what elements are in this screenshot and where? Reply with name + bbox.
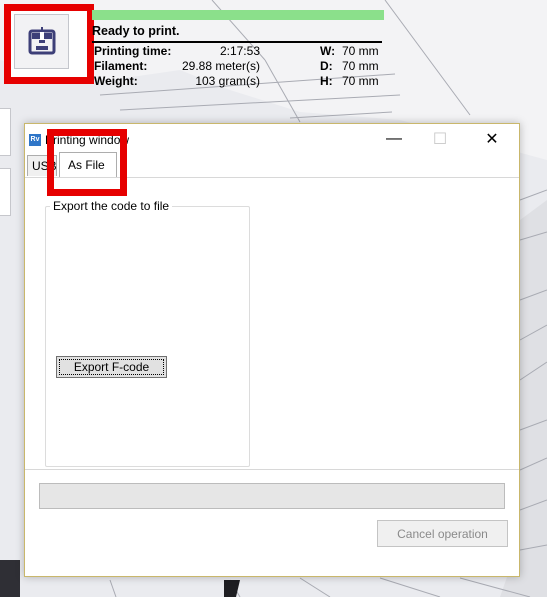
stat-label: Filament: (94, 59, 148, 73)
stat-label: Weight: (94, 74, 138, 88)
status-title: Ready to print. (92, 24, 382, 43)
side-panel-fragment (0, 108, 11, 156)
close-button[interactable]: ✕ (469, 124, 515, 154)
print-status-panel: Ready to print. Printing time: 2:17:53 W… (92, 10, 384, 88)
dimension-label: H: (320, 74, 333, 88)
stat-value: 29.88 meter(s) (181, 59, 260, 73)
status-progress-fill (92, 10, 384, 20)
dimension-value: 70 mm (342, 44, 379, 58)
stat-value: 2:17:53 (219, 44, 260, 58)
cancel-operation-button[interactable]: Cancel operation (377, 520, 508, 547)
export-group-title: Export the code to file (50, 199, 173, 213)
stat-row-weight: Weight: 103 gram(s) H: 70 mm (92, 73, 384, 88)
tab-panel-as-file: Export the code to file Export F-code (25, 177, 519, 470)
status-progress-bar (92, 10, 384, 20)
operation-progress-bar (39, 483, 505, 509)
export-fcode-button[interactable]: Export F-code (56, 356, 167, 378)
stat-row-filament: Filament: 29.88 meter(s) D: 70 mm (92, 58, 384, 73)
minimize-button[interactable]: — (371, 124, 417, 154)
maximize-button[interactable]: ☐ (417, 124, 463, 154)
stat-row-time: Printing time: 2:17:53 W: 70 mm (92, 43, 384, 58)
print-button[interactable] (14, 14, 69, 69)
stat-label: Printing time: (94, 44, 172, 58)
tab-strip: USB As File (27, 152, 517, 178)
export-group: Export the code to file Export F-code (45, 199, 250, 467)
window-titlebar[interactable]: Rv Printing window — ☐ ✕ (25, 124, 519, 154)
printing-window: Rv Printing window — ☐ ✕ USB As File Exp… (24, 123, 520, 577)
stat-value: 103 gram(s) (195, 74, 260, 88)
dimension-value: 70 mm (342, 59, 379, 73)
printer-icon (28, 26, 55, 54)
tab-as-file[interactable]: As File (59, 152, 117, 177)
tab-usb[interactable]: USB (27, 155, 57, 176)
dimension-value: 70 mm (342, 74, 379, 88)
app-icon: Rv (29, 134, 41, 146)
side-panel-fragment (0, 168, 11, 216)
dimension-label: W: (320, 44, 336, 58)
dimension-label: D: (320, 59, 333, 73)
window-title: Printing window (45, 133, 130, 147)
